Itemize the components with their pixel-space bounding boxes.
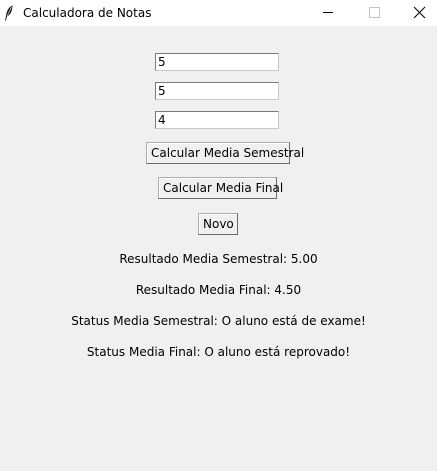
resultado-media-semestral-label: Resultado Media Semestral: 5.00 bbox=[119, 252, 318, 266]
window-title: Calculadora de Notas bbox=[23, 6, 152, 20]
close-icon bbox=[413, 6, 426, 19]
nota2-input[interactable] bbox=[155, 82, 279, 100]
minimize-button[interactable] bbox=[305, 0, 351, 26]
calcular-media-semestral-button[interactable]: Calcular Media Semestral bbox=[146, 142, 304, 164]
title-bar[interactable]: Calculadora de Notas bbox=[0, 0, 437, 26]
resultado-media-final-label: Resultado Media Final: 4.50 bbox=[135, 283, 302, 297]
novo-button[interactable]: Novo bbox=[198, 213, 238, 235]
maximize-button[interactable] bbox=[351, 0, 397, 26]
calcular-media-final-button[interactable]: Calcular Media Final bbox=[158, 177, 283, 199]
status-media-final-label: Status Media Final: O aluno está reprova… bbox=[86, 345, 351, 359]
nota3-input[interactable] bbox=[155, 111, 279, 129]
minimize-icon bbox=[323, 12, 333, 13]
close-button[interactable] bbox=[396, 0, 437, 26]
feather-icon bbox=[5, 5, 13, 21]
status-media-semestral-label: Status Media Semestral: O aluno está de … bbox=[71, 314, 366, 328]
maximize-icon bbox=[369, 7, 380, 18]
nota1-input[interactable] bbox=[155, 53, 279, 71]
